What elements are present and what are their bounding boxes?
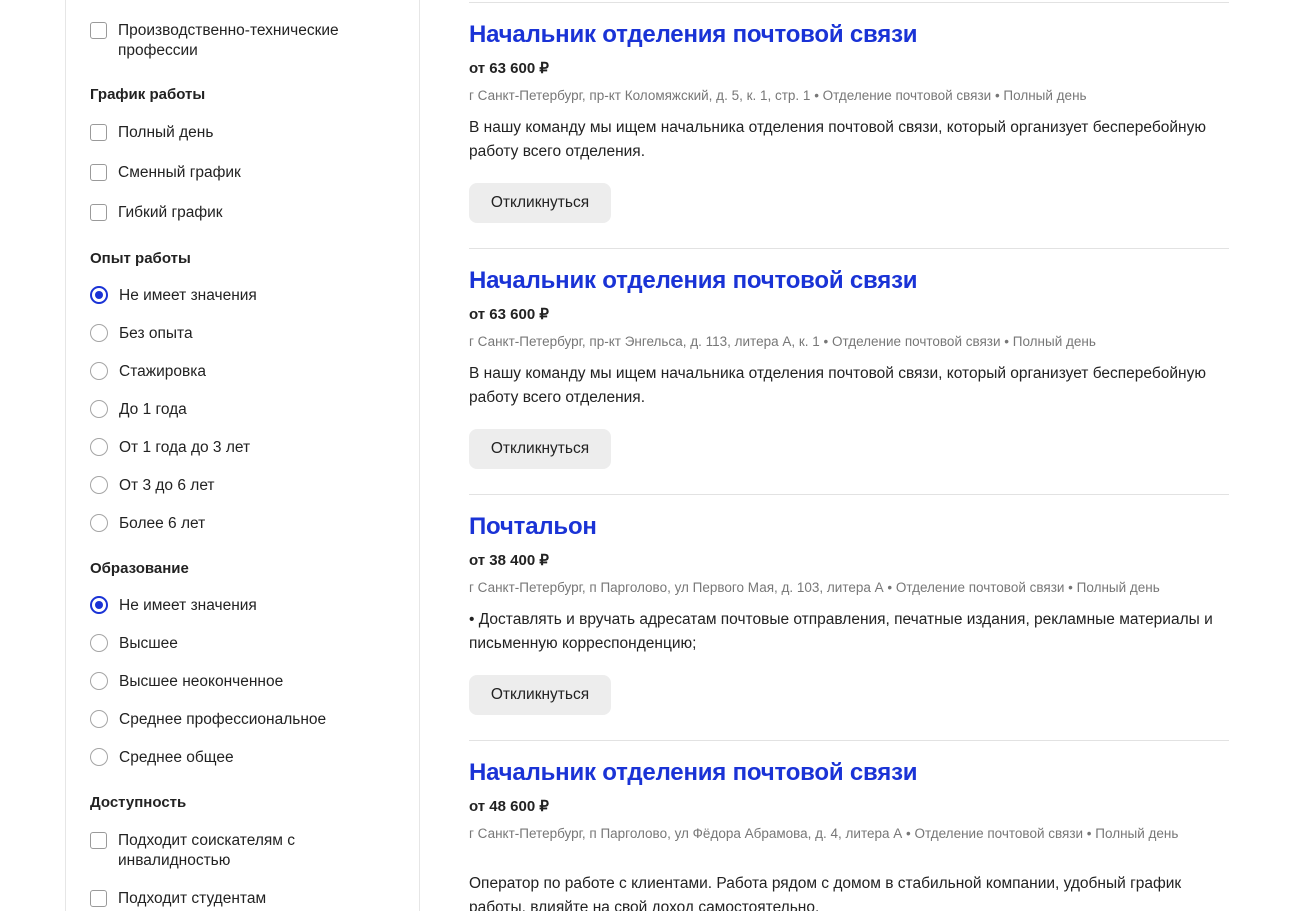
filter-group-title-experience: Опыт работы — [90, 250, 191, 267]
checkbox[interactable] — [90, 22, 107, 39]
radio-selected[interactable] — [90, 596, 108, 614]
filter-option-experience-under-1[interactable]: До 1 года — [90, 400, 187, 420]
radio-selected[interactable] — [90, 286, 108, 304]
radio[interactable] — [90, 672, 108, 690]
radio[interactable] — [90, 362, 108, 380]
filter-option-label: Стажировка — [119, 363, 206, 380]
filter-option-education-higher[interactable]: Высшее — [90, 634, 178, 654]
radio[interactable] — [90, 514, 108, 532]
job-title-link[interactable]: Начальник отделения почтовой связи — [469, 759, 918, 787]
radio[interactable] — [90, 438, 108, 456]
checkbox[interactable] — [90, 890, 107, 907]
radio[interactable] — [90, 748, 108, 766]
filter-option-experience-any[interactable]: Не имеет значения — [90, 286, 257, 306]
job-description: Оператор по работе с клиентами. Работа р… — [469, 875, 1182, 911]
filter-option-disability[interactable]: Подходит соискателям с инвалидностью — [90, 831, 318, 871]
radio[interactable] — [90, 400, 108, 418]
job-description: В нашу команду мы ищем начальника отделе… — [469, 365, 1206, 406]
job-description: • Доставлять и вручать адресатам почтовы… — [469, 611, 1213, 652]
filter-option-experience-internship[interactable]: Стажировка — [90, 362, 206, 382]
job-salary: от 48 600 ₽ — [469, 798, 549, 815]
checkbox[interactable] — [90, 204, 107, 221]
filter-option-label: Не имеет значения — [119, 597, 257, 614]
checkbox[interactable] — [90, 164, 107, 181]
filter-option-label: До 1 года — [119, 401, 187, 418]
filter-option-students[interactable]: Подходит студентам — [90, 889, 266, 909]
radio[interactable] — [90, 710, 108, 728]
filter-option-label: Полный день — [118, 124, 214, 141]
filter-group-title-accessibility: Доступность — [90, 794, 187, 811]
apply-button[interactable]: Откликнуться — [469, 675, 611, 715]
filter-option-experience-3-6[interactable]: От 3 до 6 лет — [90, 476, 215, 496]
job-meta: г Санкт-Петербург, п Парголово, ул Фёдор… — [469, 826, 1179, 841]
filter-option-education-incomplete-higher[interactable]: Высшее неоконченное — [90, 672, 283, 692]
filter-option-label: От 1 года до 3 лет — [119, 439, 251, 456]
job-meta: г Санкт-Петербург, п Парголово, ул Перво… — [469, 580, 1160, 595]
filter-option-education-any[interactable]: Не имеет значения — [90, 596, 257, 616]
filter-option-label: Среднее общее — [119, 749, 234, 766]
filter-option-label: Производственно-технические профессии — [118, 22, 339, 59]
apply-button[interactable]: Откликнуться — [469, 429, 611, 469]
job-title-link[interactable]: Начальник отделения почтовой связи — [469, 21, 918, 49]
filter-option-production-technical[interactable]: Производственно-технические профессии — [90, 21, 378, 61]
filter-option-label: Гибкий график — [118, 204, 223, 221]
job-salary: от 63 600 ₽ — [469, 306, 549, 323]
job-title-link[interactable]: Начальник отделения почтовой связи — [469, 267, 918, 295]
filter-option-flexible[interactable]: Гибкий график — [90, 203, 223, 223]
filter-option-experience-over-6[interactable]: Более 6 лет — [90, 514, 205, 534]
filter-option-experience-1-3[interactable]: От 1 года до 3 лет — [90, 438, 250, 458]
job-description: В нашу команду мы ищем начальника отделе… — [469, 119, 1206, 160]
radio[interactable] — [90, 324, 108, 342]
job-salary: от 63 600 ₽ — [469, 60, 549, 77]
filter-option-label: Не имеет значения — [119, 287, 257, 304]
filter-option-experience-none[interactable]: Без опыта — [90, 324, 193, 344]
filter-option-label: Подходит соискателям с инвалидностью — [118, 832, 295, 869]
filter-option-education-secondary[interactable]: Среднее общее — [90, 748, 234, 768]
filters-sidebar: Производственно-технические профессии Гр… — [65, 0, 420, 911]
filter-option-label: Сменный график — [118, 164, 241, 181]
checkbox[interactable] — [90, 832, 107, 849]
radio[interactable] — [90, 476, 108, 494]
filter-option-label: Среднее профессиональное — [119, 711, 327, 728]
filter-option-label: Высшее — [119, 635, 178, 652]
filter-option-shift[interactable]: Сменный график — [90, 163, 241, 183]
job-meta: г Санкт-Петербург, пр-кт Коломяжский, д.… — [469, 88, 1087, 103]
filter-group-title-schedule: График работы — [90, 86, 206, 103]
radio[interactable] — [90, 634, 108, 652]
job-title-link[interactable]: Почтальон — [469, 513, 597, 541]
apply-button[interactable]: Откликнуться — [469, 183, 611, 223]
divider — [469, 2, 1229, 3]
job-salary: от 38 400 ₽ — [469, 552, 549, 569]
filter-option-label: Более 6 лет — [119, 515, 206, 532]
filter-option-education-vocational[interactable]: Среднее профессиональное — [90, 710, 326, 730]
divider — [469, 740, 1229, 741]
divider — [469, 248, 1229, 249]
filter-group-title-education: Образование — [90, 560, 189, 577]
filter-option-label: От 3 до 6 лет — [119, 477, 215, 494]
filter-option-full-day[interactable]: Полный день — [90, 123, 213, 143]
filter-option-label: Высшее неоконченное — [119, 673, 284, 690]
divider — [469, 494, 1229, 495]
filter-option-label: Без опыта — [119, 325, 193, 342]
job-meta: г Санкт-Петербург, пр-кт Энгельса, д. 11… — [469, 334, 1096, 349]
checkbox[interactable] — [90, 124, 107, 141]
filter-option-label: Подходит студентам — [118, 890, 267, 907]
